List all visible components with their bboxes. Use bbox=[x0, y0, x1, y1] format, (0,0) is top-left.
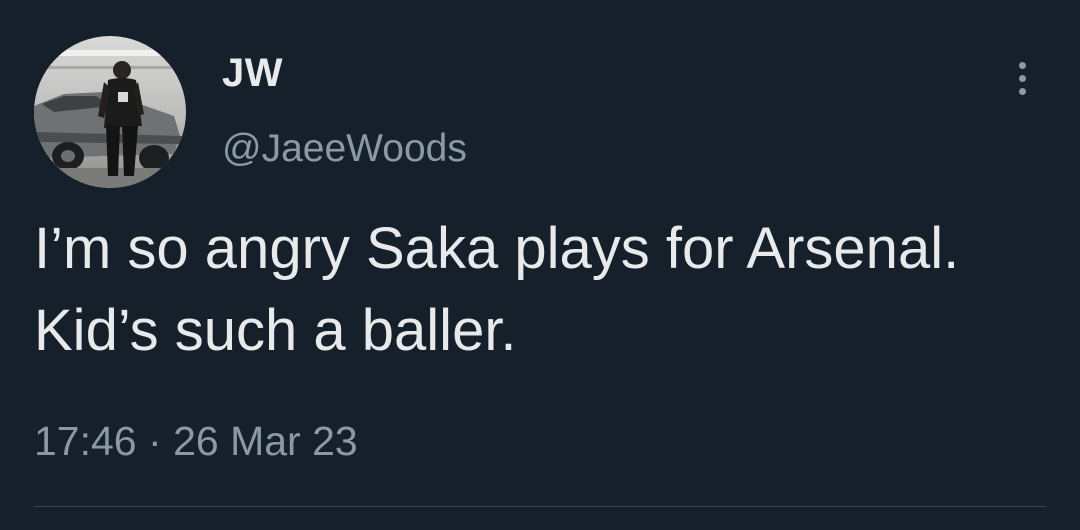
profile-photo-icon bbox=[34, 36, 186, 188]
more-options-button[interactable] bbox=[1004, 56, 1040, 100]
timestamp-separator: · bbox=[148, 418, 162, 464]
tweet-date[interactable]: 26 Mar 23 bbox=[173, 418, 358, 464]
author-display-name[interactable]: JW bbox=[222, 48, 283, 98]
avatar[interactable] bbox=[34, 36, 186, 188]
tweet-timestamp: 17:46 · 26 Mar 23 bbox=[34, 414, 358, 468]
author-handle[interactable]: @JaeeWoods bbox=[222, 124, 467, 174]
tweet-text: I’m so angry Saka plays for Arsenal. Kid… bbox=[34, 216, 960, 363]
tweet-card: JW @JaeeWoods I’m so angry Saka plays fo… bbox=[0, 0, 1080, 530]
tweet-time[interactable]: 17:46 bbox=[34, 418, 137, 464]
divider bbox=[34, 506, 1046, 507]
